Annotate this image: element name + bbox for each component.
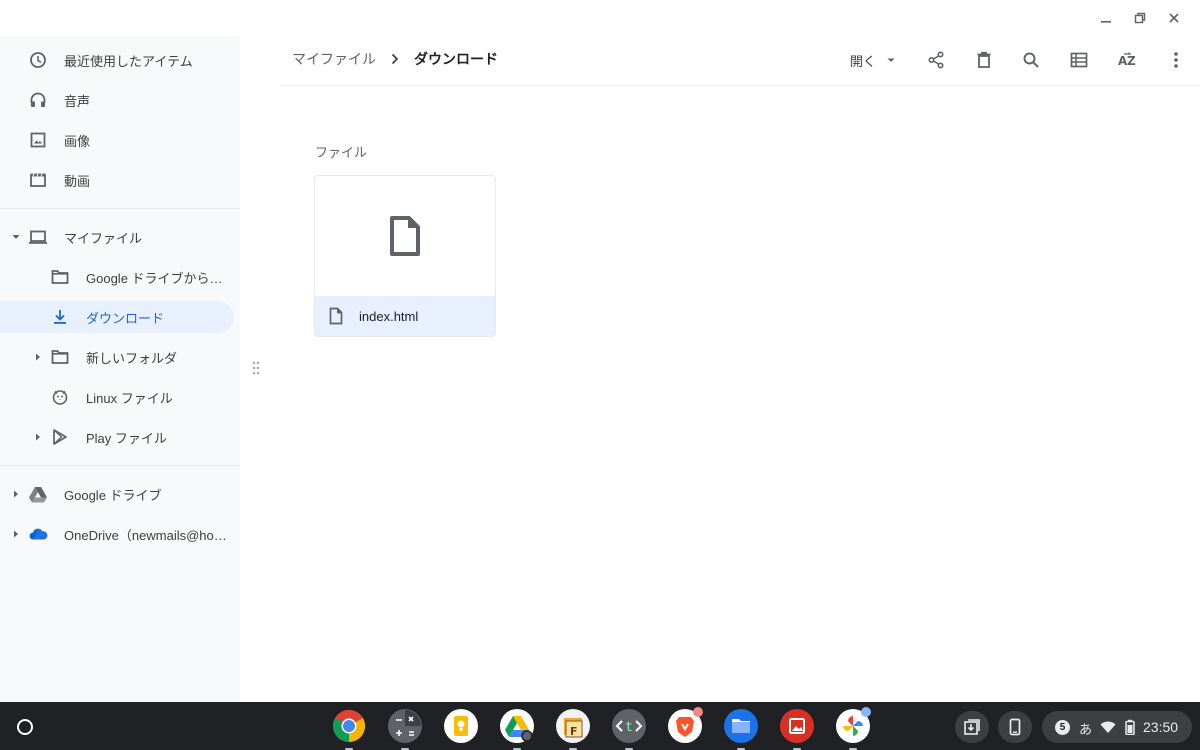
share-icon[interactable] [922,46,950,74]
sidebar-item-audio[interactable]: 音声 [0,84,240,116]
file-name: index.html [359,309,419,324]
sidebar-item-label: 画像 [64,133,91,149]
expand-caret-icon[interactable] [10,231,22,243]
notification-count-badge: 5 [1055,720,1070,735]
onedrive-cloud-icon [28,524,48,544]
files-app-window: 最近使用したアイテム 音声 画像 動画 マイファイル Google ドライブから… [0,0,1200,702]
clock-icon [28,50,48,70]
open-with-label: 開く [850,53,877,69]
battery-icon [1124,719,1136,736]
sort-az-icon[interactable]: AZ [1113,46,1141,74]
files-app-icon[interactable] [724,709,758,750]
sidebar-item-play-files[interactable]: Play ファイル [0,421,240,453]
sidebar-item-videos[interactable]: 動画 [0,164,240,196]
photos-app-icon[interactable] [836,707,871,750]
sidebar-item-onedrive[interactable]: OneDrive（newmails@ho… [0,518,240,550]
sidebar-item-label: 動画 [64,173,91,189]
sidebar-item-google-drive-from[interactable]: Google ドライブから… [0,261,240,293]
minimize-icon[interactable] [1094,6,1118,30]
download-icon [50,307,70,327]
sidebar-item-label: マイファイル [64,230,143,246]
list-view-icon[interactable] [1065,46,1093,74]
expand-caret-icon[interactable] [10,528,22,540]
chevron-right-icon [390,53,400,65]
sidebar-item-label: 音声 [64,93,91,109]
headphones-icon [28,90,48,110]
breadcrumb-my-files[interactable]: マイファイル [292,49,376,69]
clock-time: 23:50 [1143,719,1179,735]
breadcrumb: マイファイル ダウンロード [292,49,498,69]
sidebar-item-label: Linux ファイル [86,390,173,406]
sidebar-item-label: 最近使用したアイテム [64,53,193,69]
shelf: F t 5 あ 23:50 [0,702,1200,750]
file-grid-item[interactable]: index.html [314,175,496,337]
sidebar-divider [0,208,240,209]
file-icon [329,307,345,325]
image-icon [28,130,48,150]
sidebar: 最近使用したアイテム 音声 画像 動画 マイファイル Google ドライブから… [0,36,240,702]
window-controls [1094,6,1186,30]
expand-caret-icon[interactable] [10,488,22,500]
sidebar-item-label: OneDrive（newmails@ho… [64,527,227,543]
open-with-button[interactable]: 開く [850,48,896,72]
holding-space-icon[interactable] [955,711,989,743]
gallery-app-icon[interactable] [780,709,814,750]
sidebar-item-my-files[interactable]: マイファイル [0,221,240,253]
keep-app-icon[interactable] [444,709,478,743]
sidebar-item-new-folder[interactable]: 新しいフォルダ [0,341,240,373]
calculator-app-icon[interactable] [388,709,422,750]
notification-badge [693,707,703,717]
sidebar-item-label: Google ドライブから… [86,270,223,286]
svg-text:t: t [625,720,633,735]
more-options-icon[interactable] [1162,46,1190,74]
notification-badge [861,707,871,717]
sidebar-resize-handle[interactable] [251,360,261,376]
google-drive-app-icon[interactable] [500,709,534,750]
sidebar-item-downloads[interactable]: ダウンロード [0,301,234,333]
svg-text:F: F [570,725,578,738]
phone-hub-icon[interactable] [998,711,1032,743]
status-area[interactable]: 5 あ 23:50 [1042,711,1192,743]
restore-icon[interactable] [1128,6,1152,30]
search-icon[interactable] [1017,46,1045,74]
expand-caret-icon[interactable] [32,431,44,443]
expand-caret-icon[interactable] [32,351,44,363]
ime-indicator: あ [1079,722,1093,737]
sidebar-item-linux-files[interactable]: Linux ファイル [0,381,240,413]
file-thumbnail [315,176,495,296]
files-f-app-icon[interactable]: F [556,709,590,750]
google-drive-icon [28,484,48,504]
sidebar-item-google-drive[interactable]: Google ドライブ [0,478,240,510]
sidebar-item-images[interactable]: 画像 [0,124,240,156]
breadcrumb-downloads: ダウンロード [414,51,498,67]
video-icon [28,170,48,190]
chevron-down-icon [886,55,896,65]
sidebar-item-label: Google ドライブ [64,487,162,503]
brave-app-icon[interactable] [668,707,703,743]
file-item-footer: index.html [315,296,495,336]
laptop-icon [28,227,48,247]
wifi-icon [1100,719,1116,735]
delete-icon[interactable] [970,46,998,74]
generic-file-icon [390,216,420,256]
chrome-app-icon[interactable] [332,709,366,750]
sidebar-item-label: ダウンロード [86,310,165,326]
text-editor-app-icon[interactable]: t [612,709,646,750]
close-icon[interactable] [1162,6,1186,30]
folder-icon [50,267,70,287]
sidebar-divider [0,465,240,466]
svg-text:Z: Z [1127,54,1136,68]
play-store-icon [50,427,70,447]
sidebar-item-recent[interactable]: 最近使用したアイテム [0,44,240,76]
sidebar-item-label: Play ファイル [86,430,167,446]
launcher-icon[interactable] [9,711,41,743]
linux-penguin-icon [50,387,70,407]
section-label-files: ファイル [315,145,368,160]
folder-icon [50,347,70,367]
sidebar-item-label: 新しいフォルダ [86,350,178,366]
